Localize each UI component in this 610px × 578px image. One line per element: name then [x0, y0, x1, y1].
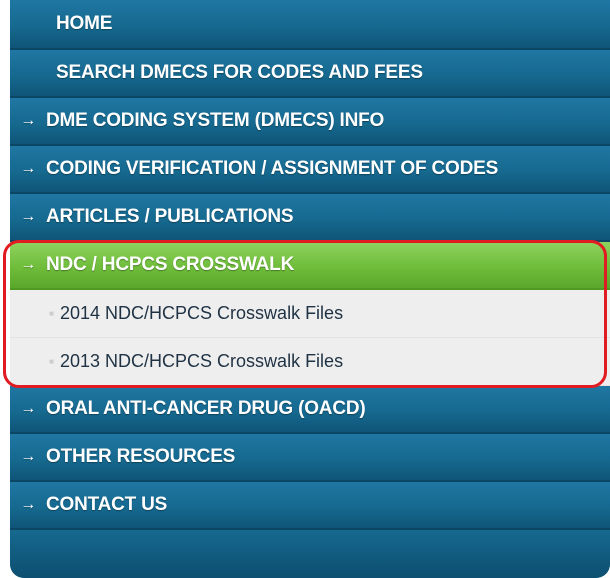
- sub-item-2013-crosswalk[interactable]: ■ 2013 NDC/HCPCS Crosswalk Files: [10, 338, 610, 386]
- arrow-right-icon: →: [20, 112, 36, 129]
- nav-item-label: DME CODING SYSTEM (DMECS) INFO: [46, 110, 385, 131]
- nav-item-search-dmecs[interactable]: SEARCH DMECS FOR CODES AND FEES: [10, 50, 610, 98]
- nav-item-label: OTHER RESOURCES: [46, 446, 236, 467]
- nav-item-label: NDC / HCPCS CROSSWALK: [46, 254, 295, 275]
- nav-item-home[interactable]: HOME: [10, 0, 610, 50]
- sub-item-label: 2013 NDC/HCPCS Crosswalk Files: [60, 351, 344, 371]
- nav-item-dmecs-info[interactable]: → DME CODING SYSTEM (DMECS) INFO: [10, 98, 610, 146]
- arrow-right-icon: →: [20, 448, 36, 465]
- sidebar-nav-menu: HOME SEARCH DMECS FOR CODES AND FEES → D…: [10, 0, 610, 578]
- nav-item-label: CODING VERIFICATION / ASSIGNMENT OF CODE…: [46, 158, 499, 179]
- nav-item-label: HOME: [56, 13, 113, 34]
- nav-item-label: CONTACT US: [46, 494, 168, 515]
- bullet-icon: ■: [49, 309, 54, 318]
- bullet-icon: ■: [49, 357, 54, 366]
- sub-item-2014-crosswalk[interactable]: ■ 2014 NDC/HCPCS Crosswalk Files: [10, 290, 610, 338]
- nav-item-label: ARTICLES / PUBLICATIONS: [46, 206, 294, 227]
- arrow-right-icon: →: [20, 208, 36, 225]
- arrow-right-icon: →: [20, 160, 36, 177]
- nav-item-label: SEARCH DMECS FOR CODES AND FEES: [56, 62, 423, 83]
- arrow-right-icon: →: [20, 400, 36, 417]
- nav-item-other-resources[interactable]: → OTHER RESOURCES: [10, 434, 610, 482]
- nav-item-coding-verification[interactable]: → CODING VERIFICATION / ASSIGNMENT OF CO…: [10, 146, 610, 194]
- nav-item-contact-us[interactable]: → CONTACT US: [10, 482, 610, 530]
- menu-footer-band: [10, 530, 610, 578]
- nav-item-ndc-hcpcs-crosswalk[interactable]: → NDC / HCPCS CROSSWALK: [10, 242, 610, 290]
- nav-item-articles[interactable]: → ARTICLES / PUBLICATIONS: [10, 194, 610, 242]
- nav-item-label: ORAL ANTI-CANCER DRUG (OACD): [46, 398, 366, 419]
- arrow-right-icon: →: [20, 256, 36, 273]
- arrow-right-icon: →: [20, 496, 36, 513]
- sub-item-label: 2014 NDC/HCPCS Crosswalk Files: [60, 303, 344, 323]
- nav-item-oral-anti-cancer[interactable]: → ORAL ANTI-CANCER DRUG (OACD): [10, 386, 610, 434]
